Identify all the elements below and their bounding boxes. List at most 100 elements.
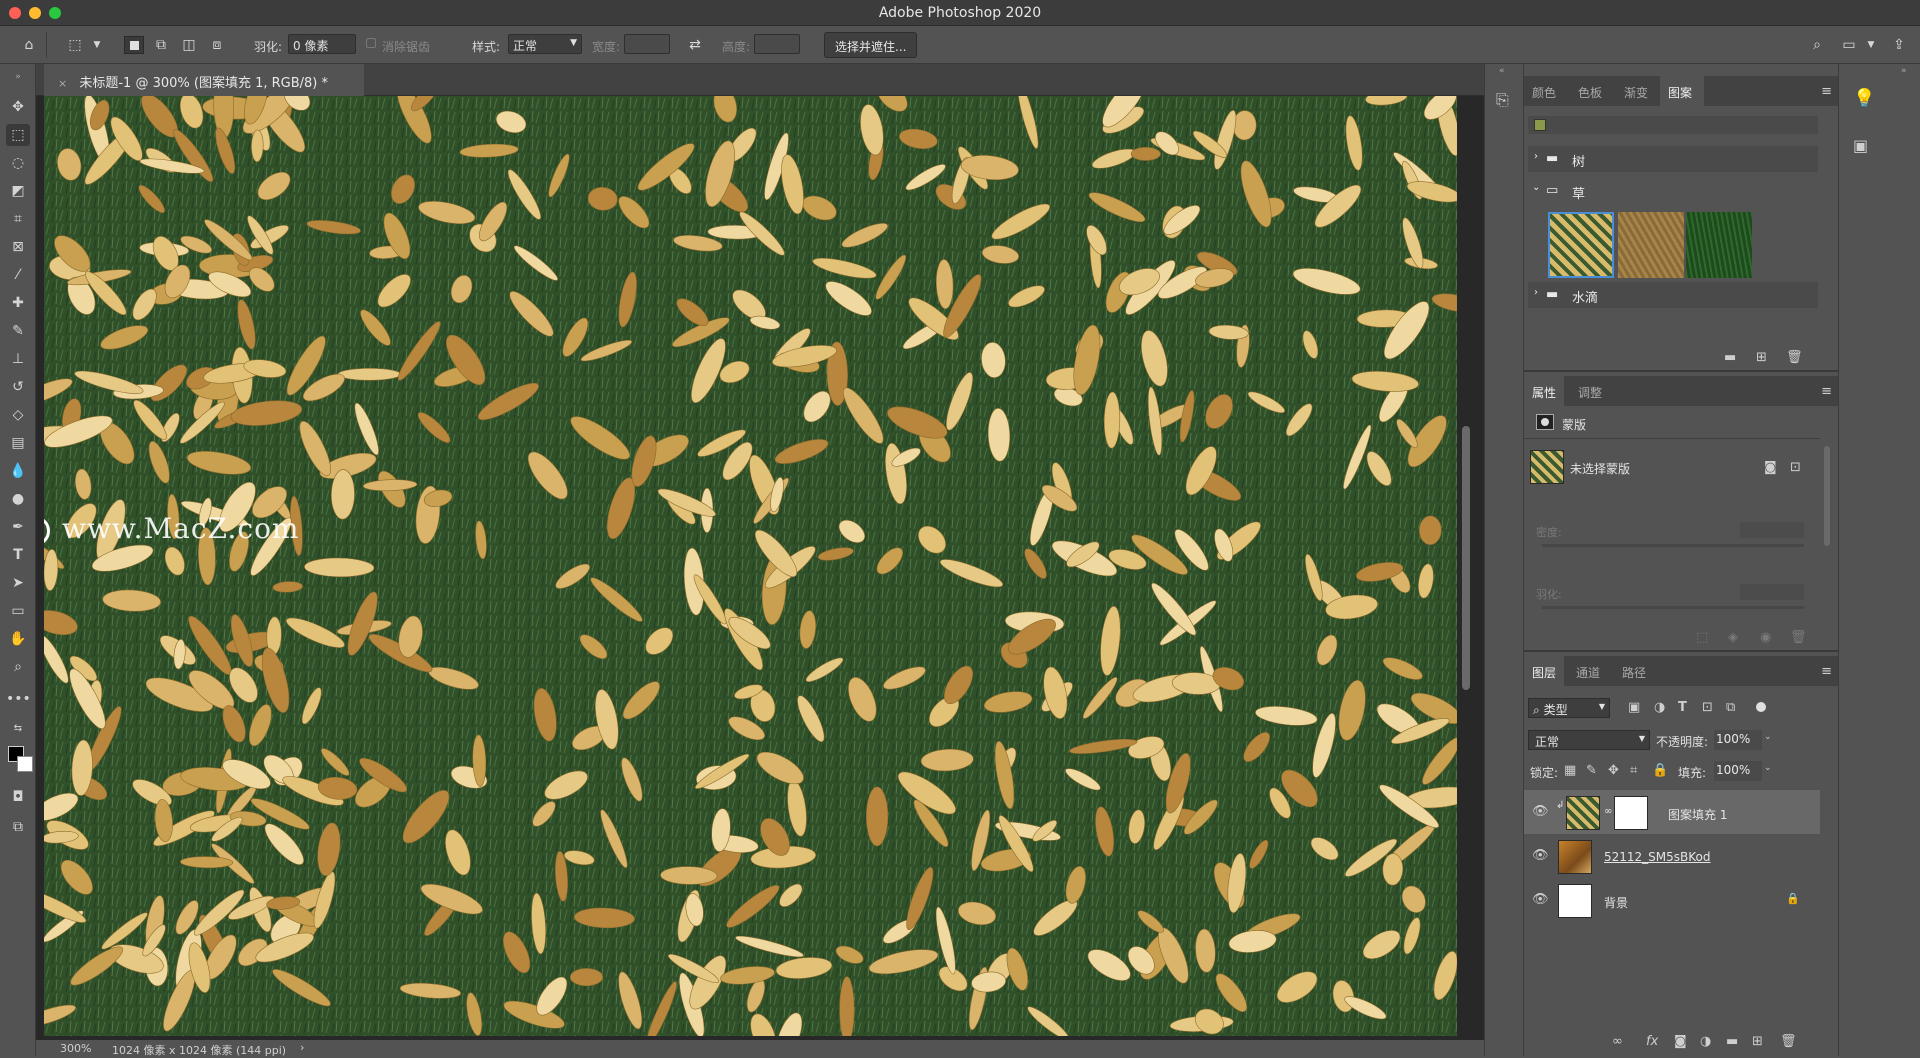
panel-menu-icon[interactable]: ≡ xyxy=(1821,84,1832,99)
collapse-icon[interactable]: » xyxy=(1901,66,1907,76)
blur-tool-icon[interactable]: 💧 xyxy=(6,460,30,482)
new-layer-icon[interactable]: ⊞ xyxy=(1752,1034,1763,1049)
shape-filter-icon[interactable]: ⊡ xyxy=(1702,700,1713,715)
tab-swatches[interactable]: 色板 xyxy=(1578,84,1602,101)
eraser-tool-icon[interactable]: ◇ xyxy=(6,404,30,426)
subtract-selection-icon[interactable]: ◫ xyxy=(180,36,198,54)
eye-icon[interactable]: 👁 xyxy=(1532,848,1549,863)
add-to-selection-icon[interactable]: ⧉ xyxy=(152,36,170,54)
tab-color[interactable]: 颜色 xyxy=(1532,84,1556,101)
collapse-icon[interactable]: » xyxy=(6,66,30,88)
feather-slider[interactable] xyxy=(1542,606,1804,609)
intersect-selection-icon[interactable]: ⧈ xyxy=(208,36,226,54)
object-select-tool-icon[interactable]: ◩ xyxy=(6,180,30,202)
collapse-icon[interactable]: « xyxy=(1499,66,1505,76)
select-and-mask-button[interactable]: 选择并遮住... xyxy=(824,32,918,58)
pattern-swatch-leaves[interactable] xyxy=(1548,212,1614,278)
document-canvas[interactable]: Mwww.MacZ.com xyxy=(44,96,1457,1036)
panel-menu-icon[interactable]: ≡ xyxy=(1821,384,1832,399)
trash-icon[interactable]: 🗑 xyxy=(1790,630,1807,645)
chevron-down-icon[interactable]: ⌄ xyxy=(1532,182,1540,193)
path-selection-tool-icon[interactable]: ➤ xyxy=(6,572,30,594)
rectangle-tool-icon[interactable]: ▭ xyxy=(6,600,30,622)
density-slider[interactable] xyxy=(1542,544,1804,547)
panel-menu-icon[interactable]: ≡ xyxy=(1821,664,1832,679)
chevron-right-icon[interactable]: › xyxy=(1534,151,1538,162)
marquee-preset-icon[interactable]: ⬚ xyxy=(66,36,84,54)
pixel-filter-icon[interactable]: ▣ xyxy=(1628,700,1640,715)
more-tools-icon[interactable]: ••• xyxy=(6,688,31,710)
new-selection-button[interactable] xyxy=(124,36,144,54)
pattern-folder-grass[interactable]: ⌄ ▭ 草 xyxy=(1528,178,1818,204)
lock-artboard-icon[interactable]: ⌗ xyxy=(1630,763,1637,778)
lock-all-icon[interactable]: 🔒 xyxy=(1652,763,1668,778)
vertical-scrollbar[interactable] xyxy=(1462,426,1470,690)
layer-row-background[interactable]: 👁 背景 🔒 xyxy=(1524,878,1820,922)
trash-icon[interactable]: 🗑 xyxy=(1780,1034,1797,1049)
tab-paths[interactable]: 路径 xyxy=(1622,664,1646,681)
clone-stamp-tool-icon[interactable]: ⊥ xyxy=(6,348,30,370)
pattern-swatch-green-grass[interactable] xyxy=(1686,212,1752,278)
close-tab-icon[interactable]: × xyxy=(58,77,67,90)
filter-toggle-icon[interactable] xyxy=(1756,702,1766,712)
eye-icon[interactable]: 👁 xyxy=(1532,892,1549,907)
layer-filter-select[interactable]: ⌕ 类型 ▼ xyxy=(1528,698,1610,718)
type-filter-icon[interactable]: T xyxy=(1678,700,1687,715)
layer-row-image[interactable]: 👁 52112_SM5sBKod xyxy=(1524,834,1820,878)
add-mask-icon[interactable]: ◙ xyxy=(1674,1034,1687,1049)
history-panel-icon[interactable]: ⎘ xyxy=(1496,90,1509,110)
tab-patterns[interactable]: 图案 xyxy=(1668,84,1692,101)
fill-input[interactable]: 100% xyxy=(1714,761,1762,781)
chevron-down-icon[interactable]: ⌄ xyxy=(1764,763,1772,773)
pen-tool-icon[interactable]: ✒ xyxy=(6,516,30,538)
eyedropper-tool-icon[interactable]: ⁄ xyxy=(6,264,30,286)
chevron-right-icon[interactable]: › xyxy=(300,1041,304,1054)
lock-icon[interactable]: 🔒 xyxy=(1786,892,1800,905)
pattern-folder-tree[interactable]: › ▬ 树 xyxy=(1528,146,1818,172)
new-pattern-icon[interactable]: ⊞ xyxy=(1756,350,1767,365)
quick-mask-icon[interactable]: ◘ xyxy=(6,786,30,808)
layer-mask-thumbnail[interactable] xyxy=(1614,796,1648,830)
type-tool-icon[interactable]: T xyxy=(6,544,30,566)
tab-layers[interactable]: 图层 xyxy=(1532,664,1556,681)
load-selection-icon[interactable]: ⬚ xyxy=(1696,630,1708,645)
swap-colors-icon[interactable]: ⇆ xyxy=(6,718,30,740)
zoom-level[interactable]: 300% xyxy=(60,1042,91,1055)
gradient-tool-icon[interactable]: ▤ xyxy=(6,432,30,454)
tab-properties[interactable]: 属性 xyxy=(1532,384,1556,401)
marquee-tool-icon[interactable]: ⬚ xyxy=(6,124,30,146)
libraries-icon[interactable]: ▣ xyxy=(1853,136,1868,155)
adjustment-layer-icon[interactable]: ◑ xyxy=(1700,1034,1711,1049)
pattern-swatch-dry-grass[interactable] xyxy=(1618,212,1684,278)
chevron-right-icon[interactable]: › xyxy=(1534,287,1538,298)
crop-tool-icon[interactable]: ⌗ xyxy=(6,208,30,230)
trash-icon[interactable]: 🗑 xyxy=(1786,350,1803,365)
new-group-icon[interactable]: ▬ xyxy=(1724,350,1736,365)
antialias-checkbox[interactable] xyxy=(366,38,376,48)
feather-input[interactable]: 0 像素 xyxy=(288,34,356,54)
document-tab[interactable]: × 未标题-1 @ 300% (图案填充 1, RGB/8) * xyxy=(44,64,364,96)
share-icon[interactable]: ⇪ xyxy=(1890,36,1908,54)
style-select[interactable]: 正常 ▼ xyxy=(508,34,582,54)
width-input[interactable] xyxy=(624,34,670,54)
chevron-down-icon[interactable]: ⌄ xyxy=(1764,732,1772,742)
eye-icon[interactable]: 👁 xyxy=(1532,804,1549,819)
home-icon[interactable]: ⌂ xyxy=(20,36,38,54)
new-group-icon[interactable]: ▬ xyxy=(1726,1034,1738,1049)
frame-tool-icon[interactable]: ⊠ xyxy=(6,236,30,258)
link-layers-icon[interactable]: ∞ xyxy=(1612,1034,1623,1049)
tab-gradients[interactable]: 渐变 xyxy=(1624,84,1648,101)
screen-mode-icon[interactable]: ⧉ xyxy=(6,816,30,838)
height-input[interactable] xyxy=(754,34,800,54)
swap-icon[interactable]: ⇄ xyxy=(686,36,704,54)
lightbulb-icon[interactable]: 💡 xyxy=(1853,88,1875,109)
properties-scrollbar[interactable] xyxy=(1824,446,1830,546)
workspace-icon[interactable]: ▭ xyxy=(1840,36,1858,54)
lasso-tool-icon[interactable]: ◌ xyxy=(6,152,30,174)
opacity-input[interactable]: 100% xyxy=(1714,730,1762,750)
history-brush-tool-icon[interactable]: ↺ xyxy=(6,376,30,398)
healing-brush-tool-icon[interactable]: ✚ xyxy=(6,292,30,314)
density-input[interactable] xyxy=(1740,522,1804,538)
link-icon[interactable]: ∞ xyxy=(1604,806,1612,817)
move-tool-icon[interactable]: ✥ xyxy=(6,96,30,118)
